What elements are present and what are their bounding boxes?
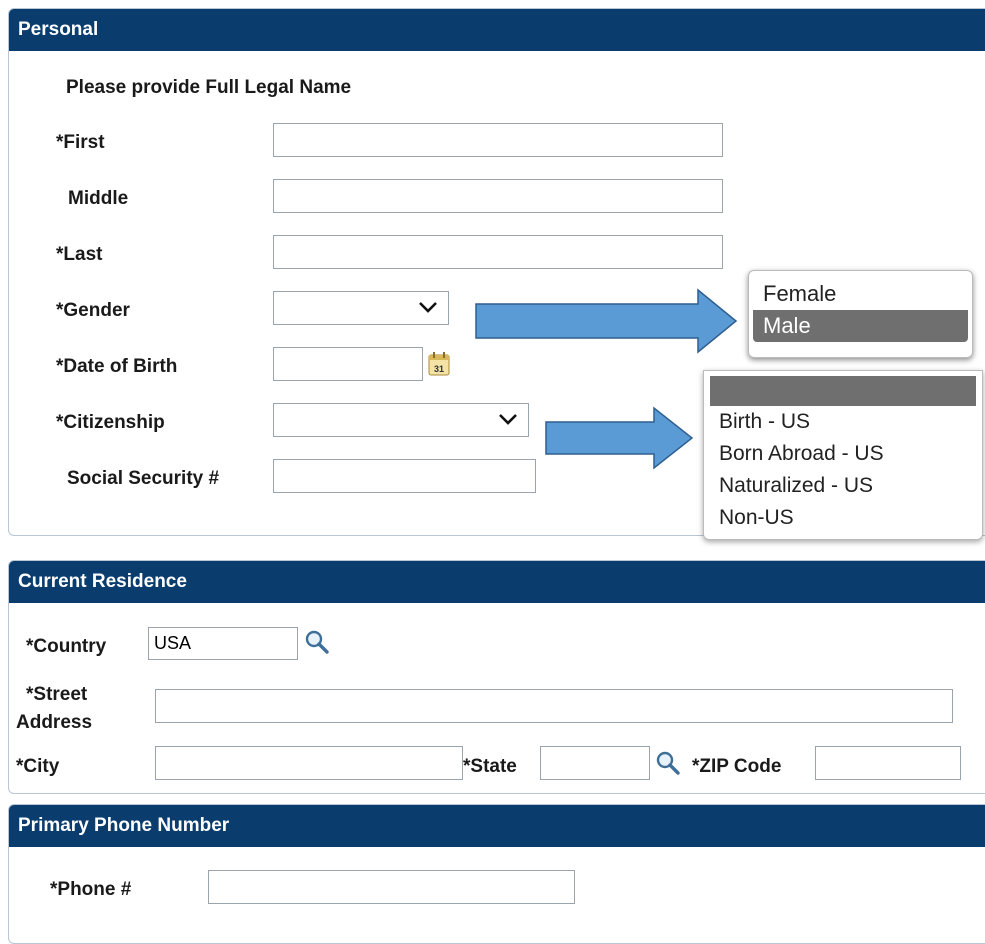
gender-select[interactable]	[273, 291, 449, 325]
first-name-input[interactable]	[273, 123, 723, 157]
last-name-label: *Last	[56, 244, 103, 265]
ssn-input[interactable]	[273, 459, 536, 493]
phone-header: Primary Phone Number	[9, 805, 985, 847]
ssn-label: Social Security #	[67, 468, 220, 489]
gender-dropdown-list: Female Male	[748, 270, 973, 358]
gender-label: *Gender	[56, 300, 130, 321]
phone-input[interactable]	[208, 870, 575, 904]
middle-name-label: Middle	[68, 188, 129, 209]
zip-label: *ZIP Code	[692, 756, 782, 777]
street-label-line2: Address	[16, 712, 93, 733]
citizenship-option-born-abroad-us[interactable]: Born Abroad - US	[704, 438, 982, 470]
street-address-input[interactable]	[155, 689, 953, 723]
zip-input[interactable]	[815, 746, 961, 780]
calendar-icon-text: 31	[434, 364, 444, 374]
search-icon[interactable]	[304, 629, 330, 655]
gender-option-female[interactable]: Female	[753, 278, 968, 310]
citizenship-option-blank[interactable]	[710, 376, 976, 406]
citizenship-label: *Citizenship	[56, 412, 165, 433]
state-input[interactable]	[540, 746, 650, 780]
citizenship-select[interactable]	[273, 403, 529, 437]
state-label: *State	[463, 756, 517, 777]
citizenship-dropdown-list: Birth - US Born Abroad - US Naturalized …	[703, 370, 983, 540]
arrow-right-icon	[545, 406, 694, 470]
city-label: *City	[16, 756, 60, 777]
phone-label: *Phone #	[50, 879, 132, 900]
citizenship-option-naturalized-us[interactable]: Naturalized - US	[704, 470, 982, 502]
personal-header: Personal	[9, 9, 985, 51]
dob-input[interactable]	[273, 347, 423, 381]
street-label-line1: *Street	[26, 684, 88, 705]
chevron-down-icon	[499, 414, 517, 425]
first-name-label: *First	[56, 132, 105, 153]
full-name-instruction: Please provide Full Legal Name	[66, 77, 352, 98]
citizenship-option-non-us[interactable]: Non-US	[704, 502, 982, 534]
middle-name-input[interactable]	[273, 179, 723, 213]
dob-label: *Date of Birth	[56, 356, 178, 377]
chevron-down-icon	[419, 302, 437, 313]
last-name-input[interactable]	[273, 235, 723, 269]
country-input[interactable]	[148, 627, 298, 660]
citizenship-option-birth-us[interactable]: Birth - US	[704, 406, 982, 438]
arrow-right-icon	[475, 288, 738, 354]
search-icon[interactable]	[655, 750, 681, 776]
country-label: *Country	[26, 636, 107, 657]
city-input[interactable]	[155, 746, 463, 780]
residence-header: Current Residence	[9, 561, 985, 603]
gender-option-male[interactable]: Male	[753, 310, 968, 342]
calendar-icon[interactable]: 31	[428, 352, 450, 376]
